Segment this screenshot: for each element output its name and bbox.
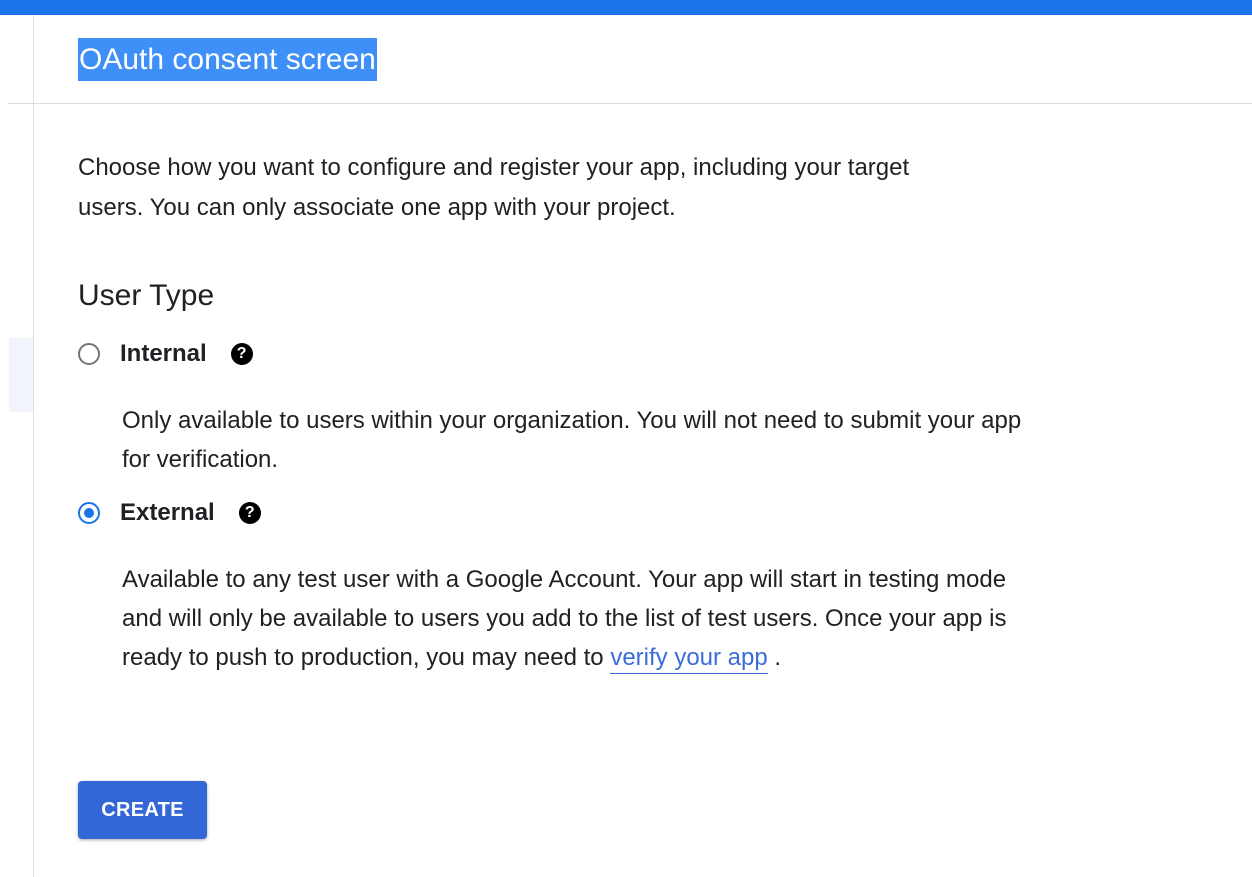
external-label[interactable]: External <box>120 499 215 527</box>
verify-app-link[interactable]: verify your app <box>610 644 768 674</box>
header-divider <box>8 103 1252 104</box>
page-title: OAuth consent screen <box>78 38 377 81</box>
internal-radio[interactable] <box>78 343 100 365</box>
left-divider <box>33 15 34 877</box>
external-radio[interactable] <box>78 502 100 524</box>
user-type-heading: User Type <box>78 279 215 312</box>
external-description: Available to any test user with a Google… <box>122 560 1012 677</box>
external-description-text: Available to any test user with a Google… <box>122 566 1007 671</box>
internal-description: Only available to users within your orga… <box>122 407 1022 473</box>
intro-text: Choose how you want to configure and reg… <box>78 154 910 221</box>
create-button[interactable]: CREATE <box>78 781 207 839</box>
question-circle-icon[interactable]: ? <box>230 343 253 365</box>
user-type-internal-option[interactable]: Internal ? <box>78 338 253 370</box>
internal-label[interactable]: Internal <box>120 340 207 368</box>
external-description-trailing: . <box>767 644 782 671</box>
oauth-consent-page: OAuth consent screen Choose how you want… <box>0 0 1252 877</box>
user-type-external-option[interactable]: External ? <box>78 497 261 529</box>
top-accent-bar <box>0 0 1252 15</box>
question-circle-icon[interactable]: ? <box>238 502 261 524</box>
left-nav-highlight <box>9 338 33 412</box>
